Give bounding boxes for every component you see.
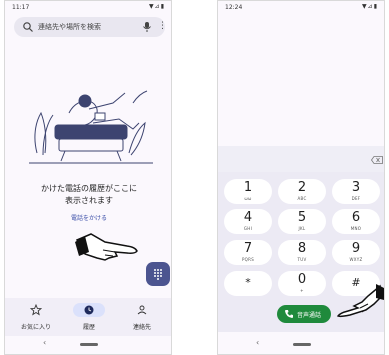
key-3[interactable]: 3 DEF [332,179,380,204]
key-digit: 6 [351,210,361,225]
status-icons: ▼⊿▮ [149,3,165,10]
phone-icon [285,310,293,318]
key-letters: GHI [243,226,253,231]
back-icon[interactable]: ‹ [256,338,259,347]
status-time: 12:24 [225,4,243,11]
key-digit: * [245,276,251,289]
key-letters: + [300,288,304,293]
nav-history[interactable]: 履歴 [61,298,117,336]
search-bar[interactable]: 連絡先や場所を検索 ⋮ [14,17,167,37]
call-history-screen: 11:17 ▼⊿▮ 連絡先や場所を検索 ⋮ かけた電話の履歴がここに 表示されま… [4,0,172,355]
back-icon[interactable]: ‹ [43,338,46,347]
key-digit: 3 [351,180,361,195]
key-2[interactable]: 2 ABC [278,179,326,204]
key-8[interactable]: 8 TUV [278,240,326,265]
key-letters: MNO [350,226,362,231]
key-letters: TUV [297,257,307,262]
key-letters: PQRS [241,257,255,262]
dialpad-icon [154,269,162,280]
home-pill[interactable] [293,343,311,346]
key-5[interactable]: 5 JKL [278,209,326,234]
search-icon [23,22,33,32]
microphone-icon[interactable] [142,21,152,33]
key-letters: ABC [297,196,307,201]
pointing-hand-icon [75,233,138,261]
system-navigation: ‹ [218,337,384,353]
pointing-hand-icon [336,284,384,318]
key-0[interactable]: 0 + [278,271,326,296]
nav-favorites-label: お気に入り [20,324,51,331]
key-digit: 0 [297,272,307,287]
key-1[interactable]: 1 ωω [224,179,272,204]
key-6[interactable]: 6 MNO [332,209,380,234]
key-letters: DEF [351,196,361,201]
key-letters: JKL [298,226,306,231]
star-icon [30,304,42,316]
status-bar: 11:17 ▼⊿▮ [5,1,171,13]
key-digit: 1 [243,180,253,195]
make-call-link[interactable]: 電話をかける [5,213,173,222]
key-digit: 8 [297,241,307,256]
empty-message-line-1: かけた電話の履歴がここに [41,184,137,193]
key-digit: 4 [243,210,253,225]
status-bar: 12:24 ▼⊿▮ [218,1,384,13]
status-icons: ▼⊿▮ [362,3,378,10]
voice-call-label: 音声通話 [297,312,322,319]
key-star[interactable]: * [224,271,272,296]
people-icon [137,305,147,315]
dialed-number-field[interactable] [218,146,384,172]
empty-history-message: かけた電話の履歴がここに 表示されます [5,183,173,207]
clock-icon [84,305,94,315]
bottom-navigation: お気に入り 履歴 連絡先 [5,298,171,336]
nav-favorites[interactable]: お気に入り [8,298,64,336]
key-4[interactable]: 4 GHI [224,209,272,234]
system-navigation: ‹ [5,337,171,353]
nav-contacts[interactable]: 連絡先 [114,298,170,336]
key-digit: 2 [297,180,307,195]
dialpad-screen: 12:24 ▼⊿▮ 1 ωω 2 ABC 3 DEF 4 GHI 5 JKL 6… [217,0,385,355]
key-9[interactable]: 9 WXYZ [332,240,380,265]
empty-history-illustration [29,90,153,164]
key-7[interactable]: 7 PQRS [224,240,272,265]
status-time: 11:17 [12,4,30,11]
key-letters: WXYZ [349,257,363,262]
key-digit: 5 [297,210,307,225]
key-letters: ωω [244,196,252,201]
search-placeholder: 連絡先や場所を検索 [38,23,101,31]
nav-contacts-label: 連絡先 [132,324,151,331]
backspace-icon[interactable] [371,156,383,164]
more-options-icon[interactable]: ⋮ [158,20,167,32]
key-digit: 9 [351,241,361,256]
key-digit: 7 [243,241,253,256]
nav-history-label: 履歴 [82,324,95,331]
dialpad-button[interactable] [146,262,170,286]
empty-message-line-2: 表示されます [65,196,113,205]
home-pill[interactable] [80,343,98,346]
voice-call-button[interactable]: 音声通話 [277,305,331,323]
